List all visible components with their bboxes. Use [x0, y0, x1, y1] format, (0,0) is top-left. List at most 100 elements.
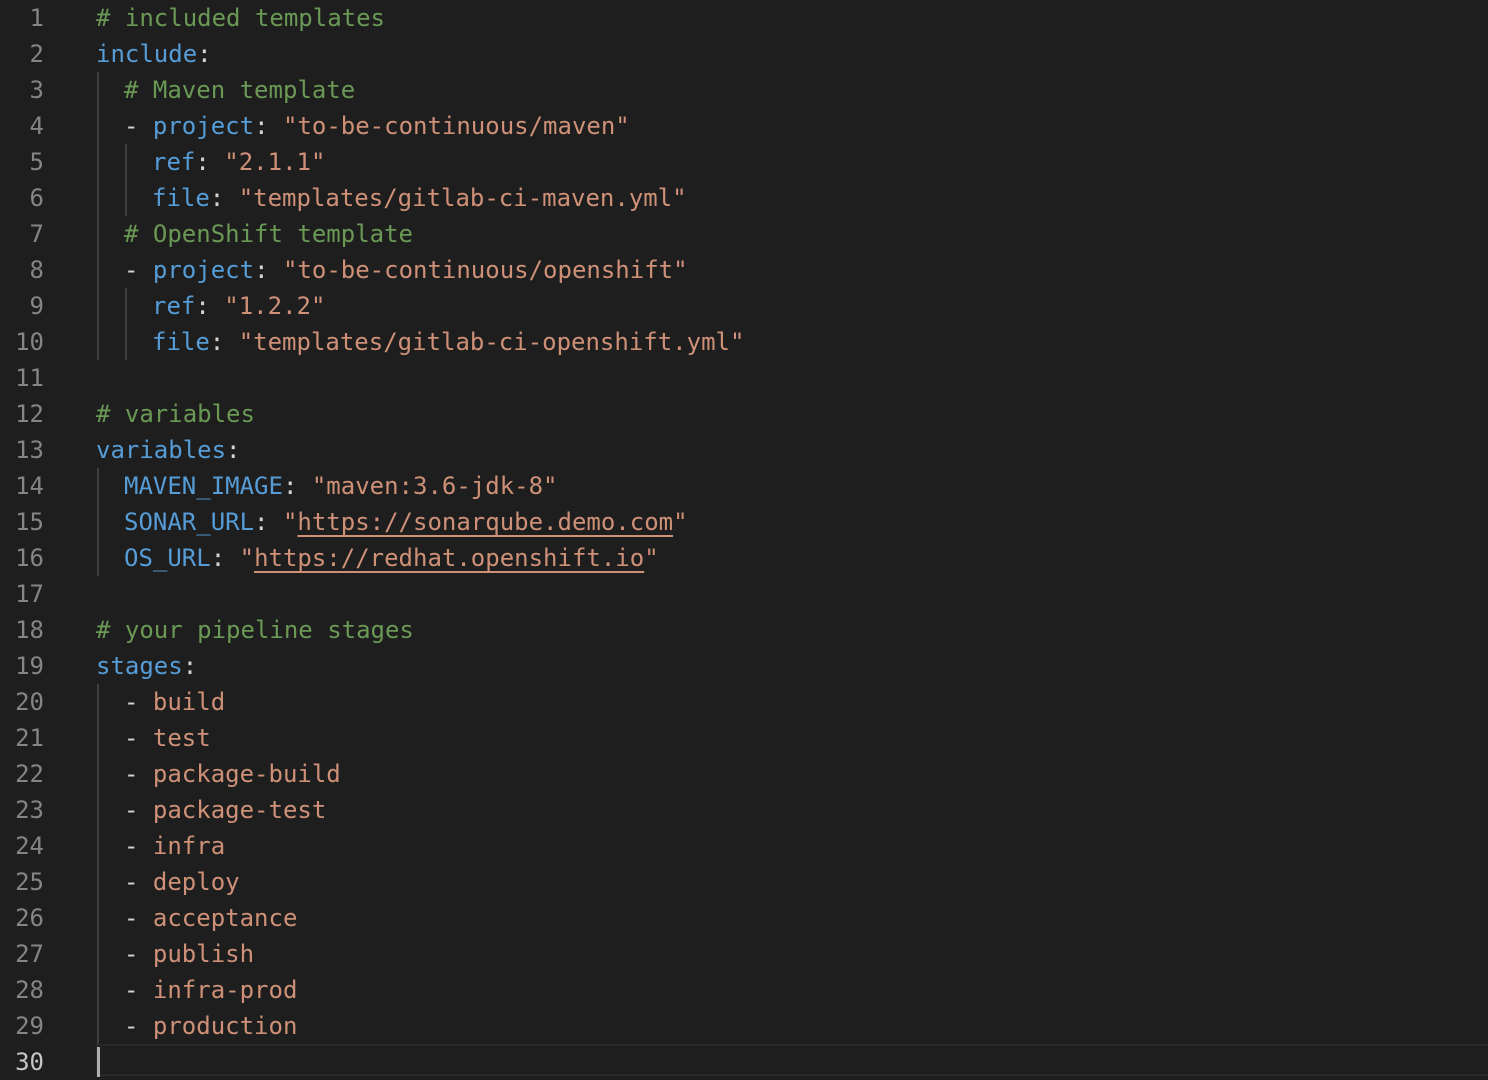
code-line[interactable]: 21 - test — [0, 720, 1488, 756]
token-str: package-test — [152, 796, 327, 824]
line-number: 6 — [29, 184, 44, 212]
line-content: # Maven template — [124, 72, 355, 108]
token-url[interactable]: https://sonarqube.demo.com — [297, 508, 673, 536]
line-content: # your pipeline stages — [96, 612, 414, 648]
token-punc: : — [182, 652, 198, 680]
line-content: ref: "1.2.2" — [152, 288, 325, 324]
line-content: # included templates — [96, 0, 385, 36]
code-line[interactable]: 7 # OpenShift template — [0, 216, 1488, 252]
code-line[interactable]: 19 stages: — [0, 648, 1488, 684]
token-punc: - — [124, 904, 153, 932]
token-cmt: # included templates — [96, 4, 385, 32]
token-str: build — [152, 688, 226, 716]
code-line[interactable]: 12 # variables — [0, 396, 1488, 432]
token-str: " — [644, 544, 659, 572]
line-number: 30 — [15, 1048, 44, 1076]
code-line[interactable]: 6 file: "templates/gitlab-ci-maven.yml" — [0, 180, 1488, 216]
token-str: " — [239, 544, 255, 572]
line-content: - package-test — [124, 792, 326, 828]
token-url[interactable]: https://redhat.openshift.io — [254, 544, 644, 572]
line-content: ref: "2.1.1" — [152, 144, 325, 180]
code-line[interactable]: 18 # your pipeline stages — [0, 612, 1488, 648]
line-content: # variables — [96, 396, 255, 432]
token-cmt: # your pipeline stages — [96, 616, 414, 644]
token-punc: - — [124, 832, 153, 860]
token-key: variables — [96, 436, 227, 464]
line-content: - deploy — [124, 864, 240, 900]
line-number: 5 — [29, 148, 44, 176]
code-line[interactable]: 10 file: "templates/gitlab-ci-openshift.y… — [0, 324, 1488, 360]
line-number: 11 — [15, 364, 44, 392]
code-line[interactable]: 14 MAVEN_IMAGE: "maven:3.6-jdk-8" — [0, 468, 1488, 504]
code-line[interactable]: 23 - package-test — [0, 792, 1488, 828]
token-cmt: # Maven template — [124, 76, 356, 104]
line-number: 28 — [15, 976, 44, 1004]
token-key: SONAR_URL — [124, 508, 255, 536]
code-line[interactable]: 8 - project: "to-be-continuous/openshift" — [0, 252, 1488, 288]
token-key: MAVEN_IMAGE — [124, 472, 283, 500]
code-line[interactable]: 3 # Maven template — [0, 72, 1488, 108]
token-key: ref — [152, 292, 196, 320]
token-str: " — [673, 508, 688, 536]
code-line[interactable]: 27 - publish — [0, 936, 1488, 972]
token-str: "templates/gitlab-ci-openshift.yml" — [238, 328, 745, 356]
code-line[interactable]: 15 SONAR_URL: "https://sonarqube.demo.com… — [0, 504, 1488, 540]
code-line[interactable]: 29 - production — [0, 1008, 1488, 1044]
line-number: 23 — [15, 796, 44, 824]
line-number: 27 — [15, 940, 44, 968]
token-punc: - — [124, 724, 153, 752]
line-content: - production — [124, 1008, 297, 1044]
token-punc: : — [282, 472, 312, 500]
code-line[interactable]: 28 - infra-prod — [0, 972, 1488, 1008]
code-line[interactable]: 1 # included templates — [0, 0, 1488, 36]
token-punc: : — [195, 148, 225, 176]
token-key: include — [96, 40, 198, 68]
line-number: 24 — [15, 832, 44, 860]
token-punc: : — [254, 508, 283, 536]
code-line[interactable]: 9 ref: "1.2.2" — [0, 288, 1488, 324]
code-line[interactable]: 4 - project: "to-be-continuous/maven" — [0, 108, 1488, 144]
line-number: 17 — [15, 580, 44, 608]
token-punc: - — [124, 976, 153, 1004]
token-punc: : — [254, 112, 283, 140]
token-cmt: # variables — [96, 400, 255, 428]
line-content: file: "templates/gitlab-ci-openshift.yml… — [152, 324, 744, 360]
line-content: MAVEN_IMAGE: "maven:3.6-jdk-8" — [124, 468, 558, 504]
line-number: 3 — [29, 76, 44, 104]
token-key: stages — [96, 652, 183, 680]
code-line[interactable]: 24 - infra — [0, 828, 1488, 864]
token-str: "to-be-continuous/maven" — [282, 112, 630, 140]
line-content: - test — [124, 720, 211, 756]
line-number: 26 — [15, 904, 44, 932]
line-content: include: — [96, 36, 212, 72]
token-punc: : — [254, 256, 283, 284]
line-number: 19 — [15, 652, 44, 680]
token-punc: - — [124, 868, 153, 896]
line-number: 4 — [29, 112, 44, 140]
line-content: - publish — [124, 936, 254, 972]
code-line[interactable]: 26 - acceptance — [0, 900, 1488, 936]
line-number: 16 — [15, 544, 44, 572]
code-line[interactable]: 13 variables: — [0, 432, 1488, 468]
token-key: project — [152, 112, 255, 140]
code-line[interactable]: 17 — [0, 576, 1488, 612]
token-str: "2.1.1" — [224, 148, 326, 176]
token-punc: : — [197, 40, 212, 68]
line-number: 7 — [29, 220, 44, 248]
line-number: 9 — [29, 292, 44, 320]
code-line[interactable]: 5 ref: "2.1.1" — [0, 144, 1488, 180]
line-number: 20 — [15, 688, 44, 716]
token-key: ref — [152, 148, 196, 176]
line-number: 25 — [15, 868, 44, 896]
token-str: " — [282, 508, 298, 536]
code-line[interactable]: 16 OS_URL: "https://redhat.openshift.io" — [0, 540, 1488, 576]
code-line[interactable]: 25 - deploy — [0, 864, 1488, 900]
code-line[interactable]: 20 - build — [0, 684, 1488, 720]
token-str: acceptance — [152, 904, 298, 932]
code-line[interactable]: 11 — [0, 360, 1488, 396]
code-line[interactable]: 2 include: — [0, 36, 1488, 72]
token-str: "maven:3.6-jdk-8" — [311, 472, 558, 500]
token-key: project — [152, 256, 255, 284]
code-line[interactable]: 22 - package-build — [0, 756, 1488, 792]
code-editor[interactable]: 1 # included templates 2 include: 3 # Maven t… — [0, 0, 1488, 1080]
